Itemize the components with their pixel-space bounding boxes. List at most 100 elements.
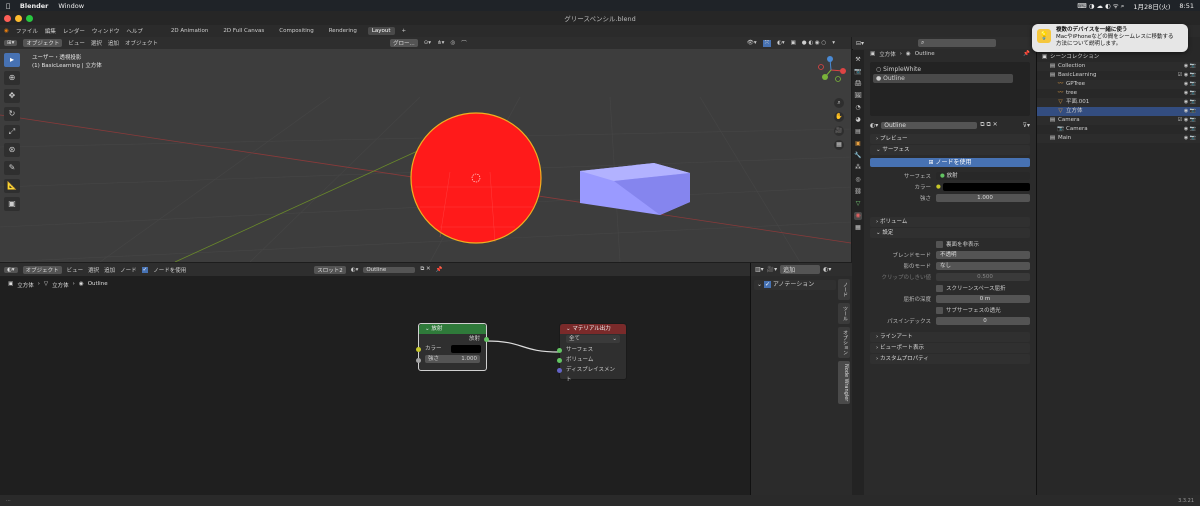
editor-type-icon[interactable]: ⊞▾ [4, 40, 18, 46]
tool-tab-icon[interactable]: ⚒ [854, 56, 862, 64]
sidebar-editor-icon[interactable]: ▥▾ [755, 266, 764, 273]
modifier-tab-icon[interactable]: 🔧 [854, 152, 862, 160]
annotation-checkbox[interactable]: ✓ [763, 281, 771, 288]
outliner-row[interactable]: ▣ シーンコレクション [1037, 53, 1200, 62]
pin-properties-icon[interactable]: 📌 [1023, 51, 1030, 57]
viewport-menu-view[interactable]: ビュー [68, 39, 85, 47]
add-cube-tool-icon[interactable]: ▣ [4, 197, 20, 211]
falloff-icon[interactable]: ⌒ [461, 39, 467, 47]
section-preview[interactable]: › プレビュー [870, 134, 1030, 144]
annotation-panel[interactable]: ⌄ ✓ アノテーション [754, 280, 836, 290]
panel-collapse-icon[interactable]: ⌄ [757, 281, 764, 288]
use-nodes-checkbox[interactable]: ✓ [141, 266, 149, 273]
menu-window[interactable]: Window [58, 2, 84, 10]
viewport-menu-add[interactable]: 追加 [108, 39, 119, 47]
section-volume[interactable]: › ボリューム [870, 217, 1030, 227]
rotate-tool-icon[interactable]: ↻ [4, 107, 20, 121]
visibility-toggle-icon[interactable]: ◉ 📷 [1184, 107, 1196, 116]
emission-node[interactable]: ⌄ 放射 放射 カラー 強さ 1.000 [416, 323, 489, 371]
visibility-toggle-icon[interactable]: ◉ 📷 [1184, 125, 1196, 134]
blender-logo-icon[interactable]: ◉ [4, 28, 9, 34]
object-tab-icon[interactable]: ▣ [854, 140, 862, 148]
camera-view-icon[interactable]: 🎥 [834, 126, 844, 136]
scale-tool-icon[interactable]: ⤢ [4, 125, 20, 139]
outliner-row[interactable]: ▤ Collection ◉ 📷 [1037, 62, 1200, 71]
menu-file[interactable]: ファイル [16, 27, 38, 35]
surface-input-socket[interactable] [557, 347, 562, 353]
transform-orientation-dropdown[interactable]: グロー... [389, 39, 418, 47]
overlay-toggle-icon[interactable]: ◐▾ [823, 266, 831, 273]
menu-render[interactable]: レンダー [63, 27, 85, 35]
tab-options[interactable]: オプション [838, 327, 850, 358]
tab-layout[interactable]: Layout [367, 27, 395, 35]
material-tab-icon[interactable]: ◉ [854, 212, 862, 220]
transform-tool-icon[interactable]: ⊛ [4, 143, 20, 157]
slot-dropdown[interactable]: スロット2 [314, 265, 346, 274]
sidebar-camera-icon[interactable]: 🎥▾ [767, 266, 777, 273]
tab-2d-full-canvas[interactable]: 2D Full Canvas [219, 27, 268, 35]
node-menu-view[interactable]: ビュー [67, 266, 84, 274]
refraction-depth-field[interactable]: 0 m [936, 295, 1030, 303]
outliner-row[interactable]: ▤ Main ◉ 📷 [1037, 134, 1200, 143]
material-slot-list[interactable]: ○ SimpleWhite ● Outline [870, 62, 1030, 116]
visibility-toggle-icon[interactable]: ◉ 📷 [1184, 89, 1196, 98]
shading-options-icon[interactable]: ▾ [832, 40, 835, 46]
status-icons[interactable]: ⌨ ◑ ☁ ◐ ᯤ ⌕ [1077, 1, 1124, 11]
3d-viewport[interactable]: ⊞▾ オブジェクト ビュー 選択 追加 オブジェクト グロー... ⊙▾ ⋔▾ … [0, 37, 851, 262]
shading-solid-icon[interactable]: ● ◐ ◉ ○ [802, 40, 826, 46]
tab-node-wrangler[interactable]: Node Wrangler [838, 361, 850, 405]
node-menu-add[interactable]: 追加 [104, 266, 115, 274]
cursor-tool-icon[interactable]: ⊕ [4, 71, 20, 85]
outliner-row[interactable]: ▽ 平面.001 ◉ 📷 [1037, 98, 1200, 107]
material-output-node[interactable]: ⌄ マテリアル出力 全て ⌄ サーフェス ボリューム ディスプレイスメント [557, 323, 627, 383]
physics-tab-icon[interactable]: ◎ [854, 176, 862, 184]
scene-tab-icon[interactable]: ◔ [854, 104, 862, 112]
tab-2d-animation[interactable]: 2D Animation [167, 27, 213, 35]
visibility-toggle-icon[interactable]: ◉ 📷 [1184, 134, 1196, 143]
slot-item[interactable]: ○ SimpleWhite [873, 65, 1027, 74]
section-settings[interactable]: ⌄ 設定 [870, 228, 1030, 238]
visibility-toggle-icon[interactable]: ☑ ◉ 📷 [1178, 71, 1196, 80]
strength-input-socket[interactable] [416, 357, 421, 363]
displacement-input-socket[interactable] [557, 367, 562, 373]
visibility-toggle-icon[interactable]: ☑ ◉ 📷 [1178, 116, 1196, 125]
outliner-row[interactable]: ▤ BasicLearning ☑ ◉ 📷 [1037, 71, 1200, 80]
world-tab-icon[interactable]: ◕ [854, 116, 862, 124]
section-surface[interactable]: ⌄ サーフェス [870, 145, 1030, 155]
snap-icon[interactable]: ⋔▾ [437, 40, 444, 46]
proportional-edit-icon[interactable]: ◎ [450, 40, 455, 46]
zoom-icon[interactable]: ⌕ [834, 98, 844, 108]
macos-notification[interactable]: 💡 複数のデバイスを一緒に使う MacやiPhoneなどの間をシームレスに移動す… [1032, 24, 1188, 52]
emission-output-socket[interactable] [484, 336, 489, 342]
navigation-gizmo[interactable] [816, 55, 846, 85]
ortho-grid-icon[interactable]: ▦ [834, 140, 844, 150]
node-mode-dropdown[interactable]: オブジェクト [22, 265, 62, 274]
overlay-icon[interactable]: ◐▾ [777, 40, 785, 46]
annotation-placement-dropdown[interactable]: 追加 [780, 265, 821, 274]
emission-node-header[interactable]: ⌄ 放射 [419, 324, 486, 334]
browse-material-icon[interactable]: ◐▾ [870, 122, 878, 129]
tab-rendering[interactable]: Rendering [325, 27, 361, 35]
xray-icon[interactable]: ▣ [791, 40, 796, 46]
section-lineart[interactable]: › ラインアート [870, 332, 1030, 342]
section-custom-properties[interactable]: › カスタムプロパティ [870, 354, 1030, 364]
slot-item-active[interactable]: ● Outline [873, 74, 1013, 83]
tab-compositing[interactable]: Compositing [275, 27, 317, 35]
pivot-icon[interactable]: ⊙▾ [424, 40, 431, 46]
menu-window-blender[interactable]: ウィンドウ [92, 27, 120, 35]
node-editor-type-icon[interactable]: ◐▾ [4, 266, 18, 273]
clip-threshold-field[interactable]: 0.500 [936, 273, 1030, 281]
visibility-toggle-icon[interactable]: ◉ 📷 [1184, 62, 1196, 71]
use-nodes-button[interactable]: ⊞ ノードを使用 [870, 158, 1030, 167]
backface-checkbox[interactable] [936, 240, 943, 248]
move-tool-icon[interactable]: ✥ [4, 89, 20, 103]
viewport-mode-dropdown[interactable]: オブジェクト [23, 39, 63, 47]
volume-input-socket[interactable] [557, 357, 562, 363]
gizmo-toggle-icon[interactable]: ⤧ [762, 39, 772, 47]
outliner[interactable]: ▣ シーンコレクション ▤ Collection ◉ 📷 ▤ BasicLearning ☑ … [1036, 37, 1200, 495]
material-duplicate-icon[interactable]: ⧉ ✕ [420, 266, 430, 273]
add-workspace-icon[interactable]: + [402, 28, 407, 34]
node-menu-node[interactable]: ノード [120, 266, 137, 274]
visibility-toggle-icon[interactable]: ◉ 📷 [1184, 98, 1196, 107]
outliner-row[interactable]: 〰 tree ◉ 📷 [1037, 89, 1200, 98]
